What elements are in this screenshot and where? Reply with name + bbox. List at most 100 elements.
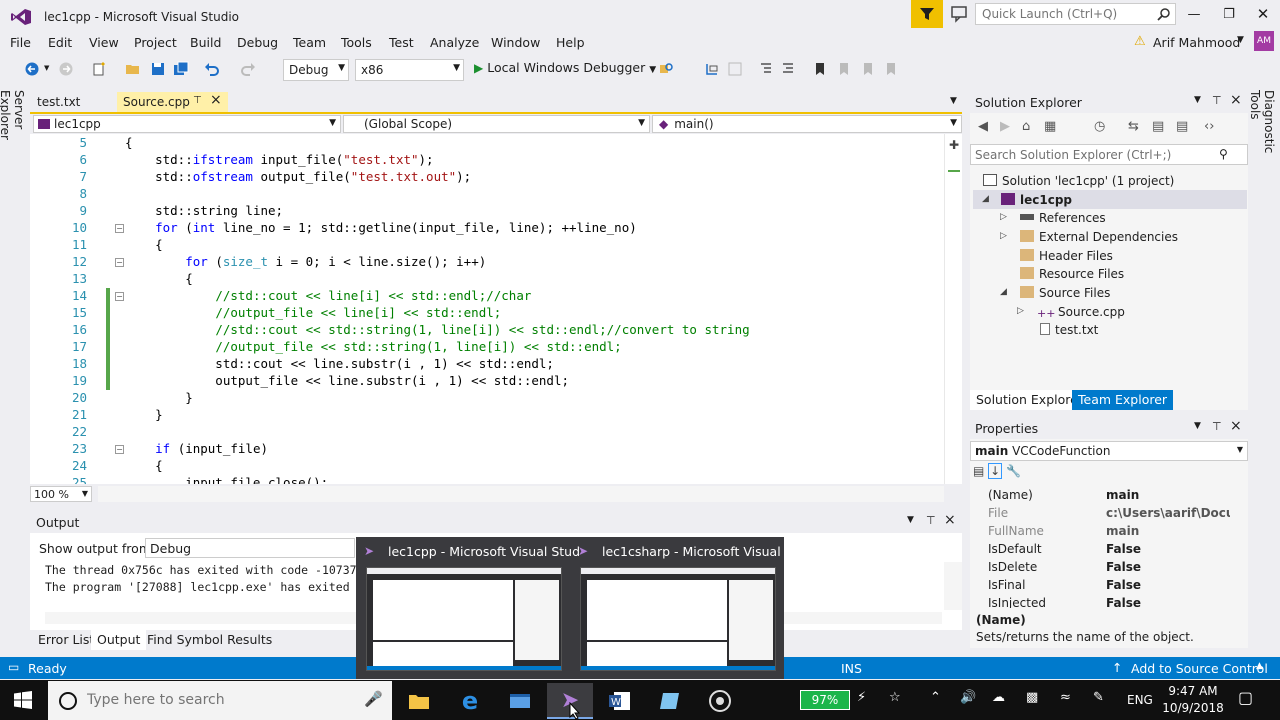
people-icon[interactable]: ☆: [889, 690, 901, 705]
chevron-up-icon[interactable]: ▲: [1256, 661, 1263, 671]
tab-test-txt[interactable]: test.txt: [30, 92, 116, 112]
property-value[interactable]: c:\Users\aarif\Docum: [1106, 506, 1230, 520]
thumbnail-title[interactable]: lec1cpp - Microsoft Visual Stud: [388, 544, 580, 559]
chevron-down-icon[interactable]: ▼: [950, 96, 957, 106]
zoom-select[interactable]: 100 % ▼: [30, 486, 92, 502]
forward-icon[interactable]: ▶: [1000, 119, 1010, 134]
taskbar-edge[interactable]: e: [447, 683, 493, 719]
properties-icon[interactable]: ▤: [1176, 119, 1188, 134]
tree-item-references[interactable]: ▷ References: [1000, 211, 1106, 225]
close-window-button[interactable]: ✕: [1254, 5, 1272, 23]
solution-search-input[interactable]: Search Solution Explorer (Ctrl+;): [970, 144, 1248, 165]
chevron-down-icon[interactable]: ▼: [1237, 35, 1244, 45]
battery-indicator[interactable]: 97%: [800, 690, 850, 710]
menu-window[interactable]: Window: [491, 35, 540, 50]
taskbar-search-input[interactable]: [87, 692, 347, 708]
minimize-button[interactable]: —: [1185, 6, 1203, 22]
redo-icon[interactable]: [240, 61, 256, 77]
pin-icon[interactable]: ⊤: [1212, 94, 1222, 107]
language-indicator[interactable]: ENG: [1127, 693, 1153, 707]
project-nav-select[interactable]: lec1cpp ▼: [33, 115, 341, 133]
prev-bookmark-icon[interactable]: [836, 61, 852, 77]
tree-item-header-files[interactable]: Header Files: [1020, 249, 1113, 263]
taskbar-file-explorer[interactable]: [396, 683, 442, 719]
switch-views-icon[interactable]: ▦: [1044, 119, 1056, 134]
collapsed-arrow-icon[interactable]: ▷: [1000, 212, 1007, 222]
bookmark-grid-icon[interactable]: [727, 61, 743, 77]
member-nav-select[interactable]: ◆ main() ▼: [652, 115, 962, 133]
diagnostic-tools-tab[interactable]: Diagnostic Tools: [1248, 90, 1276, 180]
menu-view[interactable]: View: [89, 35, 119, 50]
chevron-down-icon[interactable]: ▼: [44, 64, 49, 72]
taskbar-search-box[interactable]: 🎤: [48, 681, 392, 720]
tab-source-cpp[interactable]: Source.cpp ⊤ ×: [117, 92, 228, 112]
menu-build[interactable]: Build: [190, 35, 221, 50]
taskbar-app-window[interactable]: [497, 683, 543, 719]
menu-edit[interactable]: Edit: [48, 35, 72, 50]
device-icon[interactable]: ▩: [1026, 690, 1038, 705]
collapsed-arrow-icon[interactable]: ▷: [1000, 231, 1007, 241]
tree-item-source-cpp[interactable]: ▷ ++ Source.cpp: [1017, 305, 1125, 320]
collapse-icon[interactable]: −: [115, 292, 124, 301]
thumbnail-preview[interactable]: [580, 567, 776, 671]
platform-select[interactable]: x86 ▼: [355, 59, 464, 81]
menu-tools[interactable]: Tools: [341, 35, 372, 50]
notification-filter-button[interactable]: [911, 0, 943, 28]
quick-launch-input[interactable]: [976, 4, 1146, 24]
tree-item-external-dependencies[interactable]: ▷ External Dependencies: [1000, 230, 1178, 244]
chevron-down-icon[interactable]: ▼: [1194, 421, 1201, 431]
tab-output[interactable]: Output: [91, 630, 147, 650]
back-icon[interactable]: ◀: [978, 119, 988, 134]
bookmark-icon[interactable]: [812, 61, 828, 77]
close-icon[interactable]: ×: [1230, 92, 1242, 108]
categorized-icon[interactable]: ▤: [973, 464, 984, 478]
tab-find-symbol-results[interactable]: Find Symbol Results: [141, 630, 278, 650]
save-all-icon[interactable]: [173, 61, 189, 77]
sync-icon[interactable]: ⇆: [1128, 119, 1139, 134]
avatar[interactable]: AM: [1254, 31, 1274, 51]
menu-file[interactable]: File: [10, 35, 31, 50]
clear-bookmarks-icon[interactable]: [883, 61, 899, 77]
tree-item-solution[interactable]: Solution 'lec1cpp' (1 project): [983, 174, 1174, 188]
arrow-up-icon[interactable]: ↑: [1112, 660, 1122, 675]
collapse-icon[interactable]: −: [115, 445, 124, 454]
user-name[interactable]: Arif Mahmood: [1153, 35, 1240, 50]
windows-start-icon[interactable]: [14, 691, 32, 709]
tree-item-project[interactable]: ◢ lec1cpp: [982, 193, 1072, 207]
property-value[interactable]: False: [1106, 596, 1230, 608]
volume-icon[interactable]: 🔊: [960, 690, 976, 705]
code-editor[interactable]: 5 6 7 8 9 10 11 12 13 14 15 16 17 18 19 …: [30, 134, 962, 484]
thumbnail-preview[interactable]: [366, 567, 562, 671]
pin-icon[interactable]: ⊤: [1212, 420, 1222, 433]
property-pages-icon[interactable]: 🔧: [1006, 464, 1021, 478]
home-icon[interactable]: ⌂: [1022, 119, 1030, 134]
pin-icon[interactable]: ⊤: [193, 95, 202, 106]
step-into-icon[interactable]: [704, 61, 720, 77]
taskbar-obs[interactable]: [697, 683, 743, 719]
expanded-arrow-icon[interactable]: ◢: [1000, 287, 1007, 297]
property-value[interactable]: False: [1106, 578, 1230, 592]
power-plug-icon[interactable]: ⚡: [857, 690, 866, 705]
restore-button[interactable]: ❐: [1220, 6, 1238, 22]
split-icon[interactable]: ✚: [949, 138, 959, 152]
menu-test[interactable]: Test: [389, 35, 414, 50]
menu-team[interactable]: Team: [293, 35, 326, 50]
start-debugger-button[interactable]: ▶ Local Windows Debugger ▼: [474, 60, 656, 75]
property-value[interactable]: False: [1106, 542, 1230, 556]
pin-icon[interactable]: ⊤: [926, 514, 936, 527]
alphabetical-icon[interactable]: ↓: [988, 463, 1003, 479]
chevron-down-icon[interactable]: ▼: [1194, 95, 1201, 105]
property-value[interactable]: main: [1106, 524, 1230, 538]
collapse-all-icon[interactable]: ▤: [1152, 119, 1164, 134]
property-value[interactable]: main: [1106, 488, 1230, 502]
close-icon[interactable]: ×: [210, 92, 222, 108]
properties-object-select[interactable]: main VCCodeFunction ▼: [970, 441, 1248, 461]
collapsed-arrow-icon[interactable]: ▷: [1017, 306, 1024, 316]
menu-analyze[interactable]: Analyze: [430, 35, 479, 50]
expanded-arrow-icon[interactable]: ◢: [982, 194, 989, 204]
forward-icon[interactable]: [58, 61, 74, 77]
tree-item-resource-files[interactable]: Resource Files: [1020, 267, 1124, 281]
find-icon[interactable]: [658, 61, 674, 77]
comment-lines-icon[interactable]: [758, 61, 774, 77]
tree-item-test-txt[interactable]: test.txt: [1040, 323, 1098, 337]
